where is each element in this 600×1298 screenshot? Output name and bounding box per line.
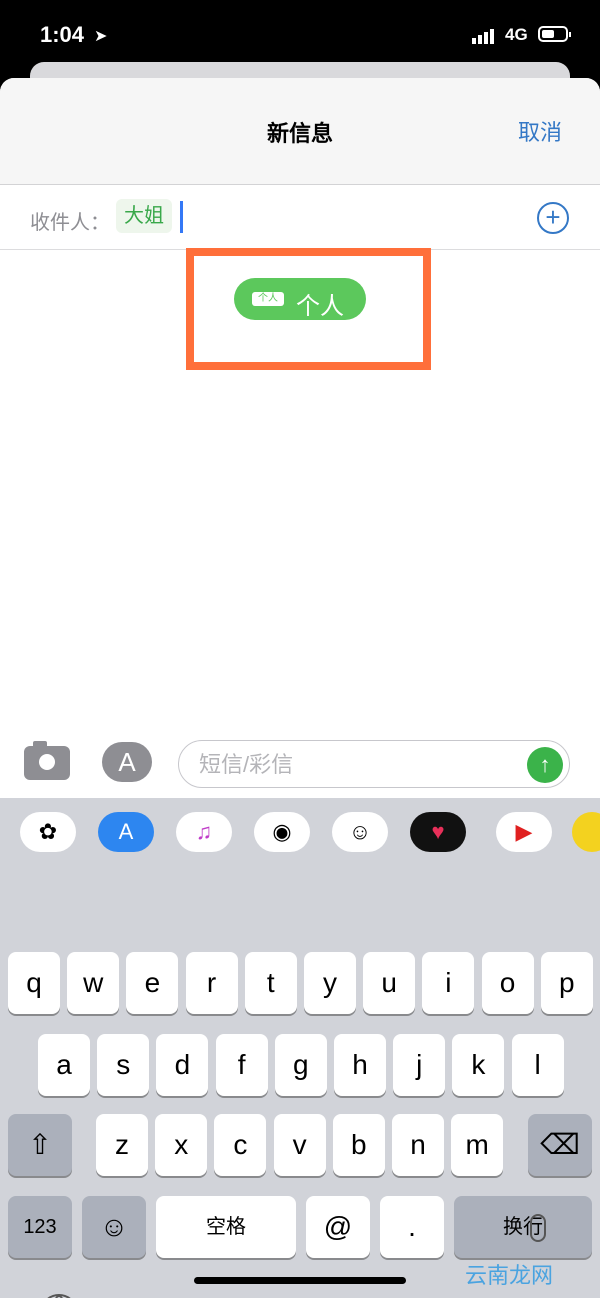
watermark: 云南龙网 — [465, 1263, 554, 1288]
signal-icon — [472, 26, 496, 44]
key-c[interactable]: c — [214, 1114, 267, 1176]
music-icon[interactable]: ♫ — [176, 812, 232, 852]
key-e[interactable]: e — [126, 952, 179, 1014]
key-x[interactable]: x — [155, 1114, 208, 1176]
battery-icon — [538, 26, 571, 42]
message-field[interactable]: ↑ — [178, 740, 570, 788]
key-y[interactable]: y — [304, 952, 356, 1014]
more-apps-icon[interactable] — [572, 812, 600, 852]
key-k[interactable]: k — [452, 1034, 505, 1096]
page-title: 新信息 — [266, 121, 333, 146]
space-key[interactable]: 空格 — [156, 1196, 296, 1258]
key-a[interactable]: a — [38, 1034, 90, 1096]
recipient-field[interactable]: 收件人： 大姐 + — [0, 185, 600, 250]
backspace-key[interactable]: ⌫ — [528, 1114, 592, 1176]
key-l[interactable]: l — [511, 1034, 564, 1096]
app-store-strip-icon[interactable]: A — [98, 812, 154, 852]
key-r[interactable]: r — [185, 952, 238, 1014]
photos-icon[interactable]: ✿ — [20, 812, 76, 852]
key-u[interactable]: u — [363, 952, 416, 1014]
microphone-icon[interactable] — [530, 1214, 546, 1242]
location-icon: ➤ — [94, 28, 108, 45]
digital-touch-icon[interactable]: ♥ — [410, 812, 466, 852]
message-input[interactable] — [197, 751, 521, 779]
keyboard: ✿ A ♫ ◉ ☺ ♥ ▶ ⇧ ⌫ 123 ☺ 空格 @ . 换行 qwerty… — [0, 798, 600, 1298]
key-t[interactable]: t — [244, 952, 297, 1014]
send-button[interactable]: ↑ — [527, 747, 563, 783]
nav-bar: 新信息 取消 — [0, 78, 600, 185]
recipient-chip[interactable]: 大姐 — [116, 199, 172, 233]
key-i[interactable]: i — [422, 952, 475, 1014]
key-n[interactable]: n — [392, 1114, 444, 1176]
cancel-button[interactable]: 取消 — [518, 115, 562, 147]
camera-icon[interactable] — [24, 741, 70, 780]
network-type: 4G — [505, 25, 528, 44]
compose-bar: A ↑ — [0, 730, 600, 798]
key-o[interactable]: o — [481, 952, 534, 1014]
emoji-key[interactable]: ☺ — [82, 1196, 146, 1258]
status-bar: 1:04 ➤ 4G — [0, 0, 600, 70]
key-f[interactable]: f — [215, 1034, 268, 1096]
app-store-icon[interactable]: A — [102, 742, 152, 782]
new-message-sheet: 新信息 取消 收件人： 大姐 + 个人 个人 A ↑ ✿ A ♫ ◉ ☺ ♥ ▶ — [0, 78, 600, 1298]
key-p[interactable]: p — [540, 952, 593, 1014]
personal-tag-icon: 个人 — [252, 292, 284, 306]
numbers-key[interactable]: 123 — [8, 1196, 72, 1258]
key-j[interactable]: j — [393, 1034, 446, 1096]
status-time: 1:04 — [40, 22, 85, 47]
key-s[interactable]: s — [97, 1034, 150, 1096]
key-h[interactable]: h — [334, 1034, 386, 1096]
key-v[interactable]: v — [273, 1114, 326, 1176]
memoji-icon[interactable]: ☺ — [332, 812, 388, 852]
pill-label: 个人 — [296, 293, 344, 320]
key-q[interactable]: q — [8, 952, 60, 1014]
key-w[interactable]: w — [67, 952, 120, 1014]
monkey-memoji-icon[interactable]: ◉ — [254, 812, 310, 852]
contact-suggestion-pill[interactable]: 个人 个人 — [234, 278, 366, 320]
shift-key[interactable]: ⇧ — [8, 1114, 72, 1176]
globe-icon[interactable] — [40, 1294, 78, 1298]
add-contact-icon[interactable]: + — [537, 202, 569, 234]
return-key[interactable]: 换行 — [454, 1196, 592, 1258]
text-cursor — [180, 201, 183, 233]
at-key[interactable]: @ — [306, 1196, 370, 1258]
key-z[interactable]: z — [96, 1114, 148, 1176]
app-strip: ✿ A ♫ ◉ ☺ ♥ ▶ — [0, 798, 600, 866]
key-d[interactable]: d — [156, 1034, 209, 1096]
recipient-label: 收件人： — [30, 212, 110, 234]
dot-key[interactable]: . — [380, 1196, 444, 1258]
home-indicator — [194, 1277, 406, 1284]
key-b[interactable]: b — [332, 1114, 385, 1176]
key-g[interactable]: g — [274, 1034, 327, 1096]
youtube-icon[interactable]: ▶ — [496, 812, 552, 852]
key-m[interactable]: m — [451, 1114, 504, 1176]
